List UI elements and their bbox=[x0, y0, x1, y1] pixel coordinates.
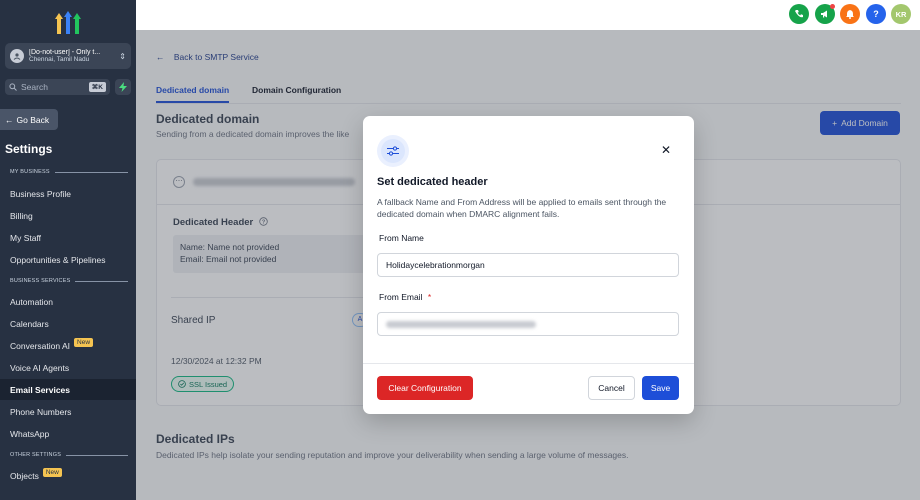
account-name: [Do-not-user] - Only t... bbox=[29, 49, 101, 56]
top-bar: ? KR bbox=[136, 0, 920, 30]
section-business-services: BUSINESS SERVICES bbox=[10, 278, 128, 284]
from-email-label: From Email * bbox=[379, 292, 431, 302]
arrow-left-icon: ← bbox=[5, 114, 14, 125]
search-box[interactable]: Search ⌘K bbox=[5, 79, 110, 95]
sidebar-item-calendars[interactable]: Calendars bbox=[0, 313, 136, 334]
megaphone-icon[interactable] bbox=[815, 4, 835, 24]
account-location: Chennai, Tamil Nadu bbox=[29, 56, 90, 63]
sidebar-item-business-profile[interactable]: Business Profile bbox=[0, 183, 136, 204]
bell-icon[interactable] bbox=[840, 4, 860, 24]
modal-icon-wrapper bbox=[377, 135, 409, 167]
search-placeholder: Search bbox=[21, 82, 48, 92]
section-my-business: MY BUSINESS bbox=[10, 169, 128, 175]
bolt-icon bbox=[119, 82, 127, 92]
from-email-input[interactable] bbox=[377, 312, 679, 336]
modal-description: A fallback Name and From Address will be… bbox=[377, 197, 667, 219]
notification-dot bbox=[830, 4, 835, 9]
clear-configuration-button[interactable]: Clear Configuration bbox=[377, 376, 473, 400]
location-avatar-icon bbox=[10, 49, 24, 63]
sidebar-item-email-services[interactable]: Email Services bbox=[0, 379, 136, 400]
phone-icon[interactable] bbox=[789, 4, 809, 24]
sidebar-item-label: Conversation AI bbox=[10, 340, 71, 351]
sidebar-item-label: Objects bbox=[10, 470, 39, 481]
settings-title: Settings bbox=[5, 142, 53, 156]
sidebar-item-whatsapp[interactable]: WhatsApp bbox=[0, 423, 136, 444]
section-other-settings: OTHER SETTINGS bbox=[10, 452, 128, 458]
close-icon[interactable]: ✕ bbox=[661, 144, 671, 156]
new-badge: New bbox=[74, 338, 94, 347]
search-icon bbox=[9, 83, 17, 91]
sidebar-item-phone-numbers[interactable]: Phone Numbers bbox=[0, 401, 136, 422]
save-button[interactable]: Save bbox=[642, 376, 679, 400]
sidebar-item-conversation-ai[interactable]: Conversation AI New bbox=[0, 335, 136, 356]
search-shortcut: ⌘K bbox=[88, 82, 106, 92]
sidebar-item-automation[interactable]: Automation bbox=[0, 291, 136, 312]
app-logo-icon bbox=[55, 11, 81, 34]
go-back-button[interactable]: ← Go Back bbox=[0, 109, 58, 130]
set-dedicated-header-modal: ✕ Set dedicated header A fallback Name a… bbox=[363, 116, 694, 414]
quick-actions-button[interactable] bbox=[115, 79, 131, 95]
sidebar-item-opportunities[interactable]: Opportunities & Pipelines bbox=[0, 249, 136, 270]
user-avatar[interactable]: KR bbox=[891, 4, 911, 24]
help-icon[interactable]: ? bbox=[866, 4, 886, 24]
go-back-label: Go Back bbox=[16, 114, 50, 125]
sidebar-item-billing[interactable]: Billing bbox=[0, 205, 136, 226]
chevron-updown-icon: ⇕ bbox=[119, 51, 126, 61]
from-email-label-text: From Email bbox=[379, 292, 423, 302]
redacted-email bbox=[386, 320, 536, 328]
from-name-input[interactable]: Holidaycelebrationmorgan bbox=[377, 253, 679, 277]
sidebar-item-objects[interactable]: Objects New bbox=[0, 465, 136, 486]
sidebar-item-my-staff[interactable]: My Staff bbox=[0, 227, 136, 248]
cancel-button[interactable]: Cancel bbox=[588, 376, 635, 400]
sidebar-item-voice-ai-agents[interactable]: Voice AI Agents bbox=[0, 357, 136, 378]
from-name-label: From Name bbox=[379, 233, 424, 243]
required-mark: * bbox=[427, 292, 432, 302]
new-badge: New bbox=[42, 468, 62, 477]
account-switcher[interactable]: [Do-not-user] - Only t... Chennai, Tamil… bbox=[5, 43, 131, 69]
sliders-icon bbox=[387, 146, 399, 156]
modal-footer-divider bbox=[363, 363, 694, 364]
sidebar: [Do-not-user] - Only t... Chennai, Tamil… bbox=[0, 0, 136, 500]
modal-title: Set dedicated header bbox=[377, 176, 488, 188]
